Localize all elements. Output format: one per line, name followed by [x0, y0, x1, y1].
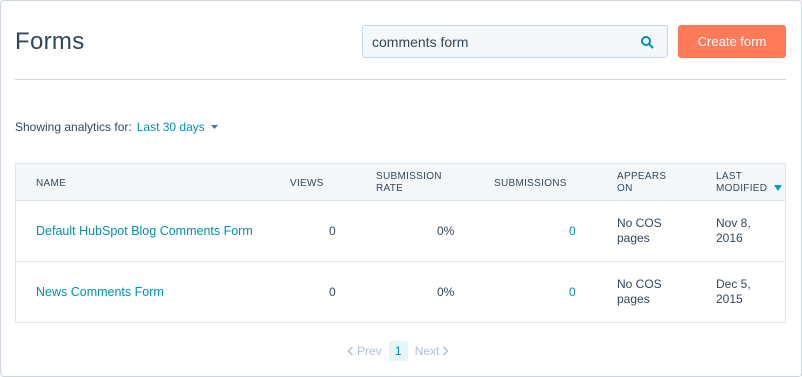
appears-on-line1: No COS [617, 216, 662, 230]
column-header-last-modified-line1: LAST [716, 171, 743, 182]
page-number-current[interactable]: 1 [388, 341, 408, 361]
column-header-submission-rate-line2: RATE [376, 183, 404, 194]
pagination: Prev 1 Next [347, 341, 449, 361]
last-modified-line1: Nov 8, [716, 216, 751, 230]
submissions-link[interactable]: 0 [569, 224, 576, 239]
column-header-appears-on-line1: APPEARS [617, 171, 667, 182]
next-page-button[interactable]: Next [415, 344, 450, 358]
last-modified-value: Dec 5, 2015 [716, 277, 751, 307]
last-modified-line1: Dec 5, [716, 277, 751, 291]
appears-on-line1: No COS [617, 277, 662, 291]
form-name-link[interactable]: News Comments Form [36, 285, 164, 299]
search-icon[interactable] [640, 35, 654, 49]
column-header-submission-rate-line1: SUBMISSION [376, 171, 442, 182]
last-modified-line2: 2015 [716, 292, 743, 306]
sort-desc-icon[interactable] [774, 185, 783, 191]
column-header-views[interactable]: VIEWS [290, 178, 324, 190]
appears-on-value: No COS pages [617, 277, 662, 307]
caret-down-icon[interactable] [210, 125, 218, 129]
table-row: Default HubSpot Blog Comments Form 0 0% … [16, 201, 785, 262]
last-modified-value: Nov 8, 2016 [716, 216, 751, 246]
column-header-submissions[interactable]: SUBMISSIONS [494, 178, 567, 190]
submission-rate-value: 0% [437, 285, 455, 299]
views-value: 0 [329, 285, 336, 299]
next-page-label: Next [414, 344, 440, 358]
form-name-link[interactable]: Default HubSpot Blog Comments Form [36, 224, 253, 238]
create-form-button[interactable]: Create form [678, 25, 786, 58]
prev-page-label: Prev [357, 344, 382, 358]
analytics-filter: Showing analytics for: Last 30 days [15, 120, 218, 134]
column-header-last-modified-label: MODIFIED [716, 183, 768, 194]
page-title: Forms [15, 28, 85, 55]
views-value: 0 [329, 224, 336, 238]
appears-on-line2: pages [617, 231, 650, 245]
column-header-last-modified-line2: MODIFIED [716, 183, 783, 195]
chevron-left-icon [347, 346, 354, 356]
search-box[interactable] [362, 25, 668, 58]
analytics-label: Showing analytics for: [15, 120, 132, 134]
submissions-link[interactable]: 0 [569, 285, 576, 300]
search-input[interactable] [363, 26, 633, 57]
column-header-name[interactable]: NAME [36, 178, 66, 190]
appears-on-line2: pages [617, 292, 650, 306]
column-header-last-modified[interactable]: LAST MODIFIED [716, 171, 783, 195]
column-header-submission-rate[interactable]: SUBMISSION RATE [376, 171, 442, 195]
forms-table: NAME VIEWS SUBMISSION RATE SUBMISSIONS A… [15, 163, 786, 323]
column-header-appears-on[interactable]: APPEARS ON [617, 171, 666, 195]
date-range-dropdown[interactable]: Last 30 days [137, 120, 205, 134]
table-row: News Comments Form 0 0% 0 No COS pages D… [16, 262, 785, 323]
appears-on-value: No COS pages [617, 216, 662, 246]
submission-rate-value: 0% [437, 224, 455, 238]
table-header: NAME VIEWS SUBMISSION RATE SUBMISSIONS A… [16, 164, 785, 201]
last-modified-line2: 2016 [716, 231, 743, 245]
chevron-right-icon [443, 346, 449, 356]
prev-page-button[interactable]: Prev [347, 344, 382, 358]
column-header-appears-on-line2: ON [617, 183, 633, 194]
header-divider [15, 79, 786, 80]
